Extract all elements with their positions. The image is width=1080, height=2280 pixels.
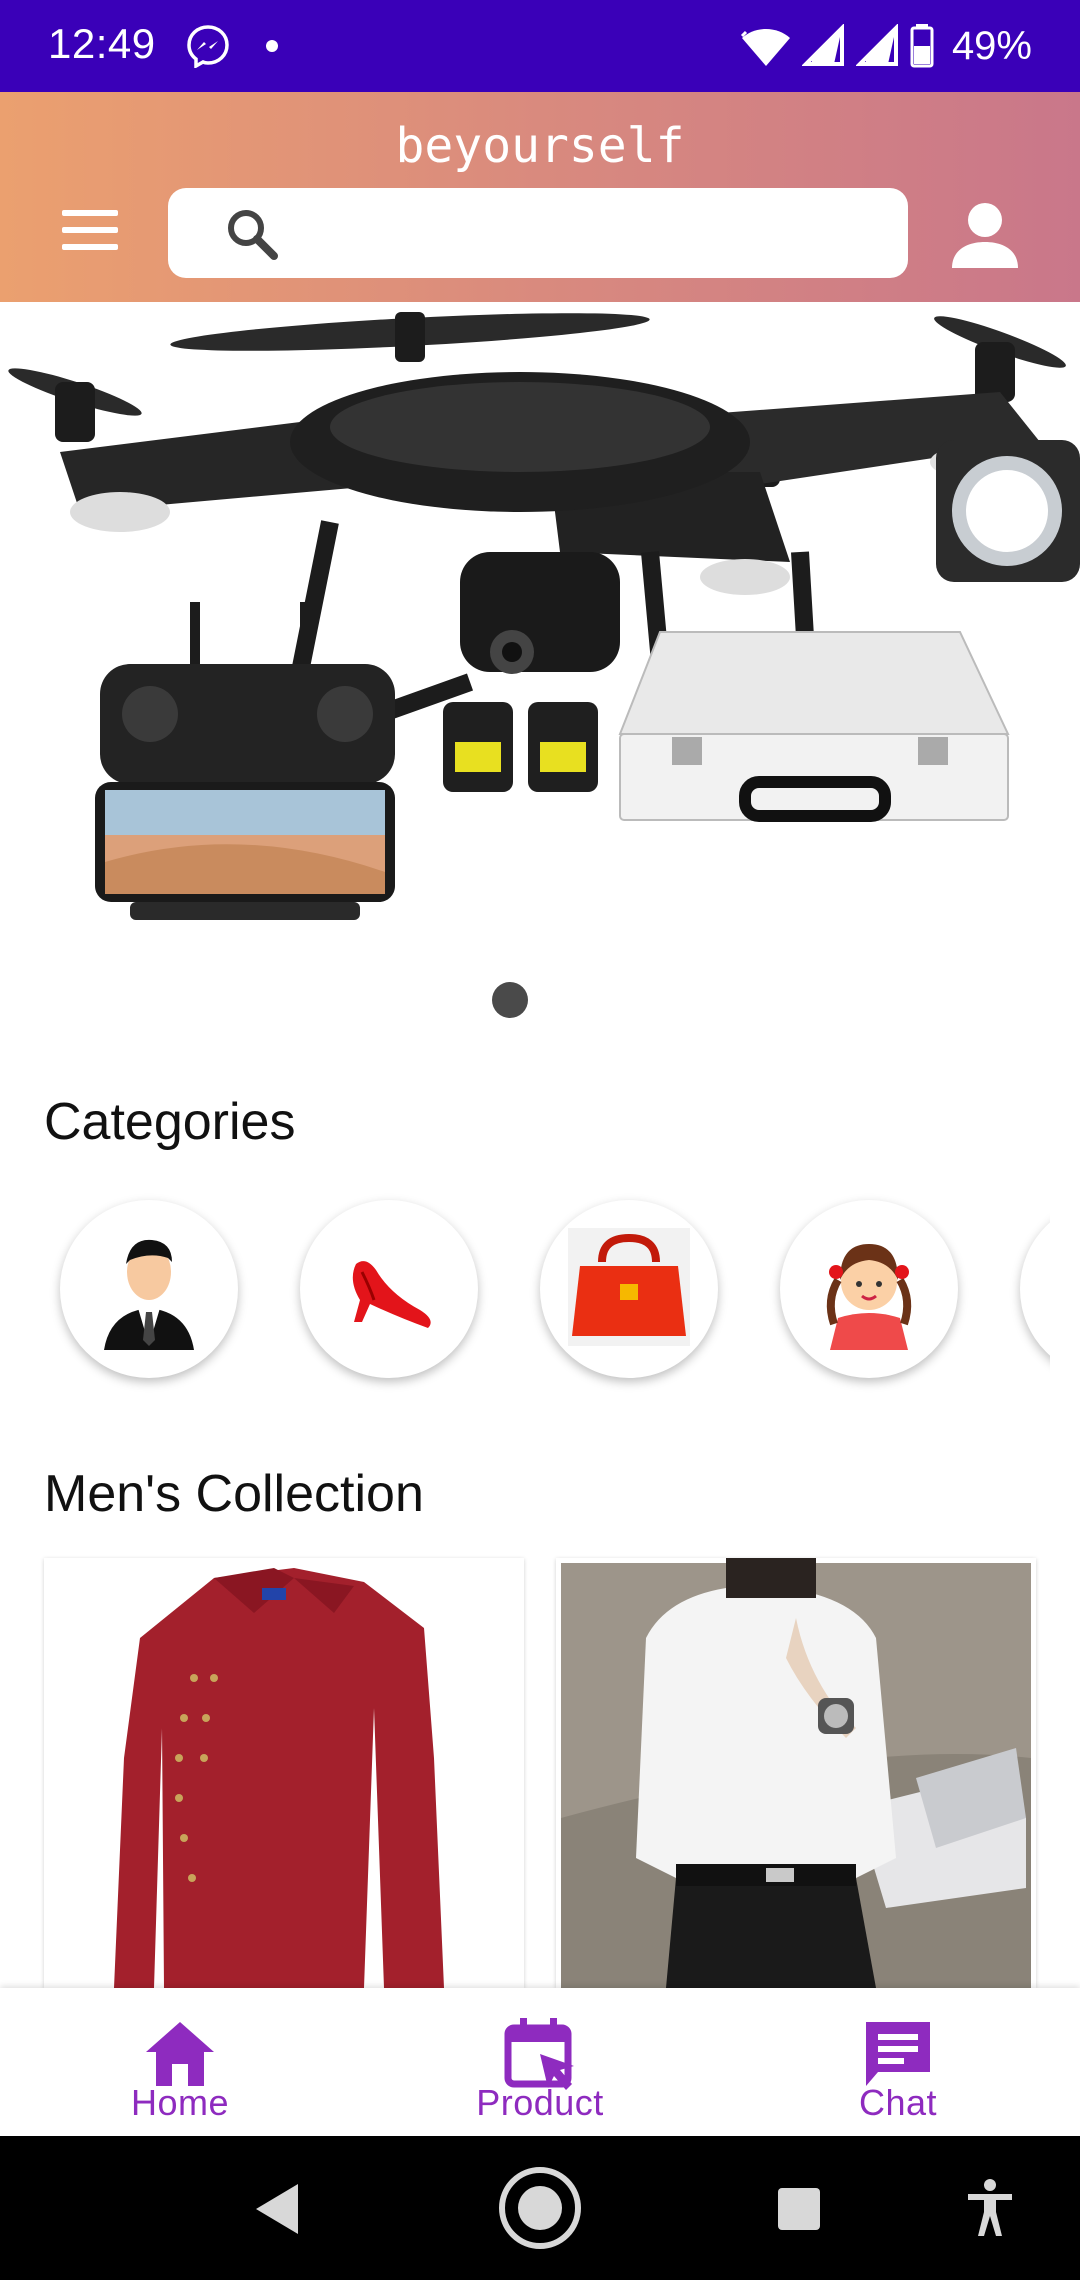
categories-row[interactable] — [0, 1180, 1050, 1400]
category-kids[interactable] — [780, 1200, 958, 1378]
app-title: beyourself — [395, 118, 685, 174]
category-men[interactable] — [60, 1200, 238, 1378]
menu-icon-bar — [62, 227, 118, 233]
status-time: 12:49 — [48, 20, 156, 67]
handbag-icon — [568, 1228, 690, 1346]
category-bags[interactable] — [540, 1200, 718, 1378]
nav-chat[interactable]: Chat — [748, 1988, 1048, 2136]
profile-icon[interactable] — [948, 198, 1022, 272]
menu-icon-bar — [62, 210, 118, 216]
battery-icon — [910, 24, 934, 68]
search-input[interactable] — [298, 198, 888, 268]
chat-icon — [866, 2022, 930, 2086]
status-bar: 12:49 49% — [0, 0, 1080, 92]
nav-home-label: Home — [130, 2082, 230, 2123]
assistive-ring-icon — [952, 456, 1062, 566]
status-icons: 49% — [740, 18, 1032, 74]
red-shirt-image — [114, 1568, 444, 1988]
girl-icon — [826, 1244, 912, 1350]
carousel-indicator[interactable] — [492, 982, 528, 1018]
mens-collection-title: Men's Collection — [44, 1465, 424, 1523]
menu-icon-bar — [62, 244, 118, 250]
calendar-cursor-icon — [504, 2018, 574, 2090]
category-more[interactable] — [1020, 1200, 1050, 1378]
app-header: beyourself — [0, 92, 1080, 302]
nav-product-label: Product — [476, 2082, 604, 2123]
battery-percent: 49% — [951, 23, 1032, 68]
accessibility-icon[interactable] — [966, 2178, 1014, 2238]
high-heel-shoe-icon — [352, 1261, 431, 1328]
categories-title: Categories — [44, 1093, 296, 1151]
banner-carousel[interactable] — [0, 302, 1080, 1062]
wifi-icon — [740, 29, 790, 66]
notification-dot — [266, 40, 278, 52]
product-card[interactable] — [556, 1558, 1036, 1988]
menu-button[interactable] — [60, 204, 122, 256]
product-card[interactable] — [44, 1558, 524, 1988]
bottom-navigation: Home Product Chat — [0, 1988, 1080, 2136]
nav-home[interactable]: Home — [30, 1988, 330, 2136]
home-icon — [146, 2022, 214, 2086]
signal-icon — [855, 24, 898, 66]
floating-assistive-button[interactable] — [936, 440, 1080, 582]
search-box[interactable] — [168, 188, 908, 278]
system-navigation-bar — [0, 2136, 1080, 2280]
home-button-icon[interactable] — [496, 2164, 584, 2252]
search-icon — [228, 210, 278, 260]
white-shirt-image — [561, 1558, 1031, 1988]
messenger-icon — [187, 25, 229, 68]
category-shoes[interactable] — [300, 1200, 478, 1378]
nav-chat-label: Chat — [858, 2082, 938, 2123]
drone-banner-image — [8, 312, 1066, 920]
signal-icon — [801, 24, 844, 66]
back-icon[interactable] — [252, 2182, 302, 2236]
recents-icon[interactable] — [776, 2186, 822, 2232]
nav-product[interactable]: Product — [390, 1988, 690, 2136]
businessman-icon — [104, 1239, 194, 1350]
